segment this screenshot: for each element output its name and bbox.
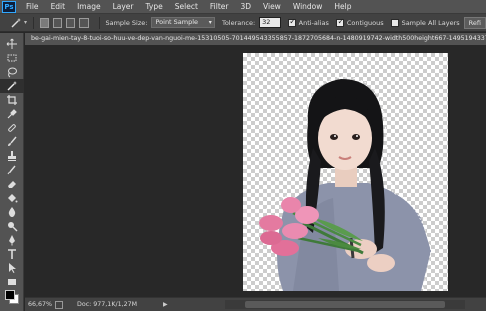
tool-magic-wand[interactable]: [0, 79, 24, 93]
healing-brush-icon: [8, 124, 16, 132]
tolerance-label: Tolerance:: [221, 18, 256, 27]
paint-bucket-icon: [8, 194, 18, 203]
marquee-icon: [7, 54, 17, 62]
foreground-color-swatch[interactable]: [5, 290, 15, 300]
menu-edit[interactable]: Edit: [51, 2, 66, 11]
crop-icon: [7, 95, 17, 105]
contiguous-label: Contiguous: [346, 18, 384, 27]
chevron-down-icon[interactable]: ▾: [24, 19, 27, 26]
magic-wand-icon: [11, 17, 21, 27]
document-profile-icon[interactable]: [55, 300, 63, 309]
tool-move[interactable]: [0, 37, 24, 51]
refine-edge-button[interactable]: Refi: [463, 16, 486, 29]
tool-blur[interactable]: [0, 205, 24, 219]
anti-alias-checkbox[interactable]: [288, 17, 296, 27]
tool-crop[interactable]: [0, 93, 24, 107]
document-canvas[interactable]: [243, 53, 448, 291]
tool-path-selection[interactable]: [0, 261, 24, 275]
tool-healing-brush[interactable]: [0, 121, 24, 135]
sample-size-value: Point Sample: [155, 18, 199, 26]
menu-3d[interactable]: 3D: [240, 2, 251, 11]
menu-window[interactable]: Window: [293, 2, 323, 11]
anti-alias-label: Anti-alias: [298, 18, 329, 27]
chevron-down-icon: ▾: [208, 19, 212, 26]
menu-select[interactable]: Select: [175, 2, 198, 11]
subtract-from-selection-button[interactable]: [66, 17, 76, 28]
tool-eyedropper[interactable]: [0, 107, 24, 121]
blur-icon: [8, 207, 16, 217]
document-tab[interactable]: be-gai-mien-tay-8-tuoi-so-huu-ve-dep-van…: [25, 33, 486, 45]
sample-size-label: Sample Size:: [105, 18, 148, 27]
status-menu-icon[interactable]: ▶: [163, 301, 168, 308]
brush-icon: [8, 136, 17, 146]
tool-rectangle[interactable]: [0, 275, 24, 289]
photoshop-logo: Ps: [2, 0, 16, 13]
options-bar: ▾ Sample Size: Point Sample ▾ Tolerance:…: [0, 14, 486, 32]
dodge-icon: [8, 222, 18, 232]
eraser-icon: [8, 181, 16, 188]
tool-type[interactable]: [0, 247, 24, 261]
tool-eraser[interactable]: [0, 177, 24, 191]
history-brush-icon: [7, 165, 16, 175]
menu-help[interactable]: Help: [334, 2, 351, 11]
tool-clone-stamp[interactable]: [0, 149, 24, 163]
separator: [33, 16, 34, 29]
tool-lasso[interactable]: [0, 65, 24, 79]
menu-image[interactable]: Image: [77, 2, 101, 11]
menu-type[interactable]: Type: [146, 2, 163, 11]
menu-file[interactable]: File: [26, 2, 39, 11]
lasso-icon: [8, 67, 17, 78]
tool-paint-bucket[interactable]: [0, 191, 24, 205]
contiguous-checkbox[interactable]: [336, 17, 345, 27]
pen-icon: [9, 235, 15, 246]
canvas-area[interactable]: [25, 45, 486, 297]
tool-pen[interactable]: [0, 233, 24, 247]
menu-bar: Ps File Edit Image Layer Type Select Fil…: [0, 0, 486, 14]
horizontal-scrollbar[interactable]: [225, 300, 465, 309]
menu-filter[interactable]: Filter: [210, 2, 229, 11]
rectangle-icon: [8, 279, 16, 285]
tool-dodge[interactable]: [0, 219, 24, 233]
add-to-selection-button[interactable]: [53, 17, 63, 28]
tolerance-input[interactable]: 32: [259, 17, 282, 28]
tools-panel: [0, 33, 24, 311]
eyedropper-icon: [7, 109, 17, 119]
move-icon: [6, 38, 17, 49]
zoom-level[interactable]: 66,67%: [25, 301, 52, 308]
tool-preset-picker[interactable]: [10, 17, 22, 29]
status-bar: 66,67% Doc: 977,1K/1,27M ▶: [25, 297, 486, 311]
sample-all-layers-label: Sample All Layers: [401, 18, 460, 27]
intersect-selection-button[interactable]: [79, 17, 89, 28]
scrollbar-thumb[interactable]: [245, 301, 445, 308]
new-selection-button[interactable]: [39, 17, 50, 28]
separator: [98, 16, 100, 29]
path-selection-icon: [9, 263, 16, 273]
tool-brush[interactable]: [0, 135, 24, 149]
portrait-image: [259, 76, 432, 291]
menu-view[interactable]: View: [263, 2, 281, 11]
sample-all-layers-checkbox[interactable]: [391, 18, 399, 27]
tool-history-brush[interactable]: [0, 163, 24, 177]
type-icon: [8, 249, 16, 259]
clone-stamp-icon: [8, 151, 16, 161]
document-info: Doc: 977,1K/1,27M: [77, 301, 138, 308]
magic-wand-icon: [7, 81, 17, 91]
menu-layer[interactable]: Layer: [113, 2, 134, 11]
tool-marquee[interactable]: [0, 51, 24, 65]
sample-size-select[interactable]: Point Sample ▾: [151, 17, 215, 28]
